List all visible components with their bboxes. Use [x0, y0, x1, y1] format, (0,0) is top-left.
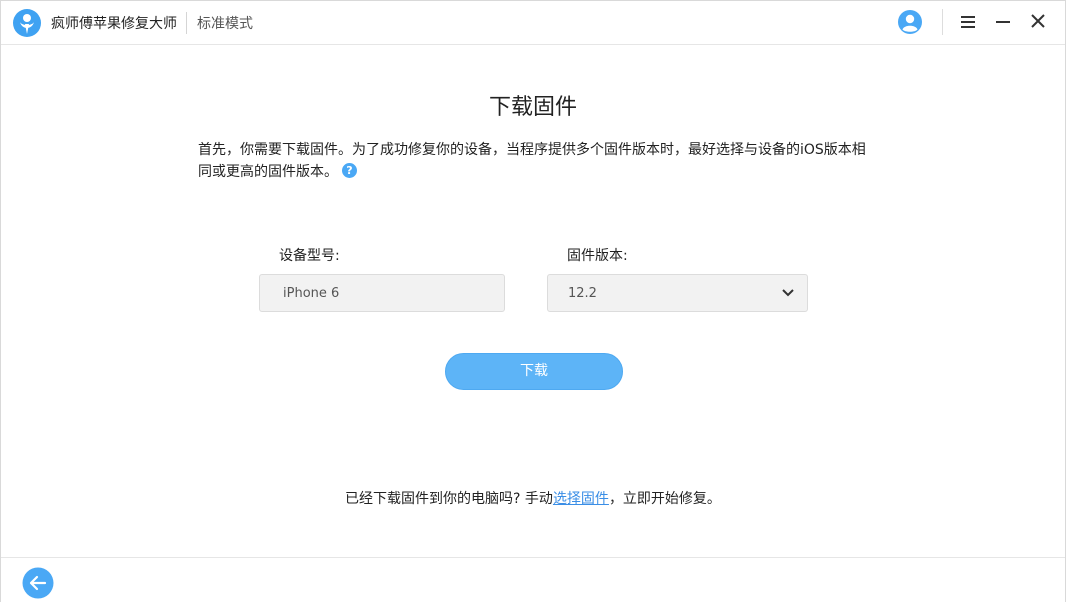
footer-note-prefix: 已经下载固件到你的电脑吗? 手动 — [345, 491, 553, 507]
minimize-icon[interactable] — [991, 11, 1015, 33]
chevron-down-icon — [782, 289, 794, 297]
download-button[interactable]: 下载 — [445, 353, 623, 390]
hamburger-menu-icon[interactable] — [956, 11, 980, 33]
mode-label: 标准模式 — [197, 16, 253, 32]
back-arrow-icon[interactable] — [22, 567, 54, 599]
title-bar: 疯师傅苹果修复大师 标准模式 — [1, 1, 1065, 45]
close-icon[interactable] — [1026, 11, 1050, 33]
firmware-version-label: 固件版本: — [567, 248, 628, 264]
title-divider — [186, 12, 187, 34]
app-name: 疯师傅苹果修复大师 — [51, 16, 177, 32]
description-text: 首先，你需要下载固件。为了成功修复你的设备，当程序提供多个固件版本时，最好选择与… — [198, 142, 866, 180]
user-avatar-icon[interactable] — [897, 9, 923, 35]
footer-note-suffix: ，立即开始修复。 — [608, 491, 721, 507]
titlebar-divider — [942, 9, 943, 35]
app-logo-icon — [13, 9, 41, 37]
device-model-field: iPhone 6 — [259, 274, 505, 312]
bottom-bar — [1, 557, 1065, 602]
footer-note: 已经下载固件到你的电脑吗? 手动选择固件，立即开始修复。 — [1, 488, 1065, 508]
firmware-version-select[interactable]: 12.2 — [547, 274, 808, 312]
page-title: 下载固件 — [488, 95, 577, 120]
help-icon[interactable]: ? — [342, 163, 357, 178]
firmware-version-value: 12.2 — [568, 286, 597, 301]
description: 首先，你需要下载固件。为了成功修复你的设备，当程序提供多个固件版本时，最好选择与… — [198, 139, 870, 183]
device-model-label: 设备型号: — [279, 248, 340, 264]
app-window: 疯师傅苹果修复大师 标准模式 下载固件 首先，你需要下载固件。为了成功修复你的设… — [0, 0, 1066, 602]
select-firmware-link[interactable]: 选择固件 — [553, 491, 609, 507]
